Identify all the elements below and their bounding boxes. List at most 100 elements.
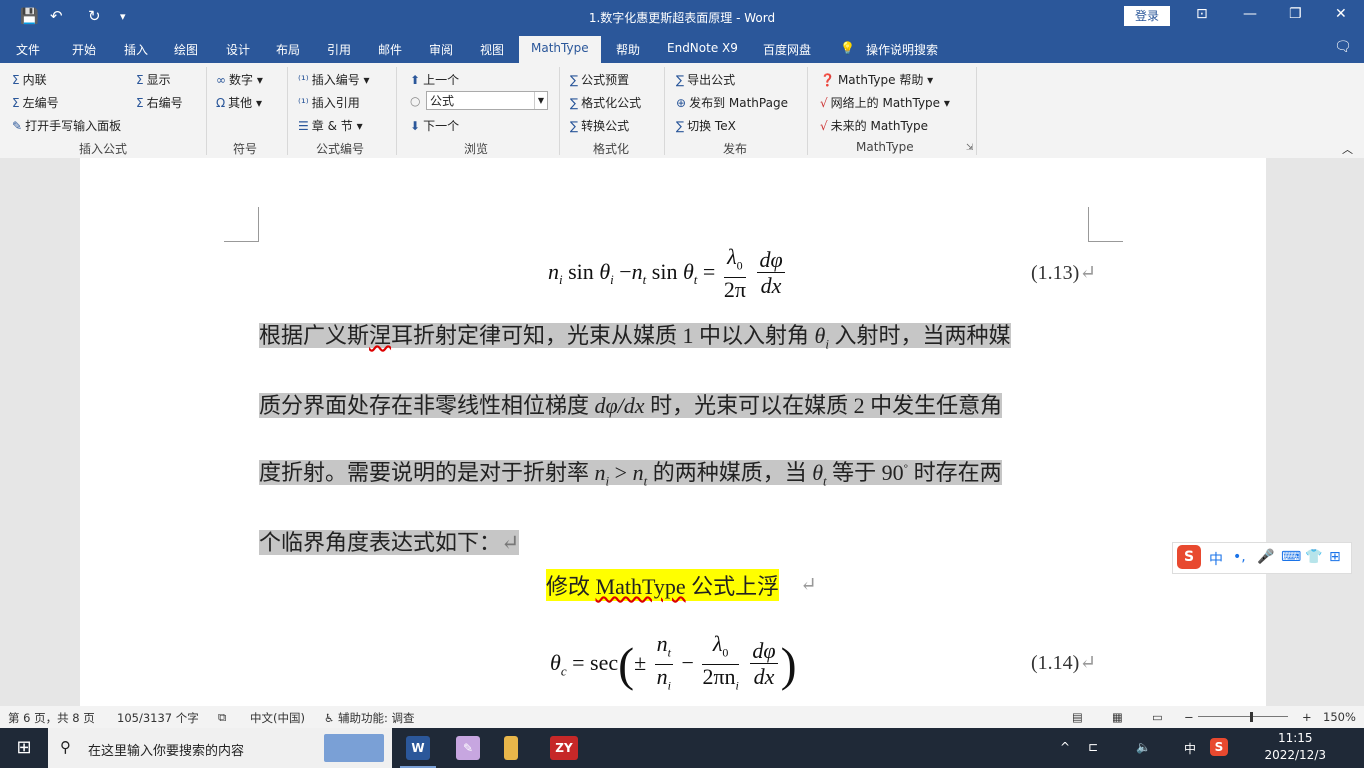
tab-design[interactable]: 设计: [226, 41, 250, 58]
network-icon[interactable]: ⊏: [1088, 740, 1098, 754]
zoom-slider-thumb[interactable]: [1250, 712, 1253, 722]
format-equation-button[interactable]: ∑ 格式化公式: [570, 94, 641, 111]
start-windows-icon[interactable]: ⊞: [12, 736, 36, 760]
sogou-tray-icon[interactable]: S: [1210, 738, 1228, 756]
tab-file[interactable]: 文件: [16, 41, 40, 58]
print-layout-icon[interactable]: ▦: [1112, 710, 1123, 724]
tab-mailings[interactable]: 邮件: [378, 41, 402, 58]
prev-button[interactable]: ⬆ 上一个: [410, 71, 459, 88]
tex-icon: ∑: [676, 119, 685, 133]
mathtype-future-button[interactable]: √ 未来的 MathType: [820, 117, 928, 134]
dialog-launcher-icon[interactable]: ⇲: [966, 143, 974, 153]
insert-reference-button[interactable]: ⁽¹⁾ 插入引用: [298, 94, 360, 111]
display-label: 显示: [146, 73, 171, 87]
word-taskbar-icon[interactable]: W: [406, 736, 430, 760]
sogou-logo-icon[interactable]: S: [1177, 545, 1201, 569]
zoom-in-button[interactable]: +: [1302, 710, 1312, 724]
chevron-down-icon[interactable]: ▼: [534, 92, 547, 109]
right-numbered-label: 右编号: [146, 96, 183, 110]
proofing-icon[interactable]: ⧉: [218, 710, 226, 725]
preset-button[interactable]: ∑ 公式预置: [570, 71, 629, 88]
paint-taskbar-icon[interactable]: ✎: [456, 736, 480, 760]
tab-draw[interactable]: 绘图: [174, 41, 198, 58]
next-button[interactable]: ⬇ 下一个: [410, 117, 459, 134]
lightbulb-icon: 💡: [840, 41, 855, 55]
numbers-dropdown[interactable]: ∞ 数字 ▾: [216, 71, 263, 88]
equation-1-13[interactable]: ni sin θi −nt sin θt = λ0 2π dφ dx: [548, 245, 788, 302]
tab-mathtype[interactable]: MathType: [519, 36, 601, 63]
preset-icon: ∑: [570, 73, 579, 87]
skin-icon[interactable]: 👕: [1305, 549, 1322, 565]
page-count[interactable]: 第 6 页，共 8 页: [8, 710, 95, 726]
tab-help[interactable]: 帮助: [616, 41, 640, 58]
tell-me-search[interactable]: 操作说明搜索: [866, 41, 938, 58]
microphone-icon[interactable]: 🎤: [1257, 549, 1274, 565]
prev-label: 上一个: [423, 73, 460, 87]
ime-chinese-mode[interactable]: 中: [1209, 549, 1223, 569]
taskbar-search[interactable]: ⚲ 在这里输入你要搜索的内容: [48, 728, 392, 768]
volume-icon[interactable]: 🔈: [1136, 740, 1151, 754]
paragraph-mark: ↵: [501, 530, 520, 556]
spell-error-word[interactable]: 涅: [369, 323, 391, 348]
toggle-tex-button[interactable]: ∑ 切换 TeX: [676, 117, 736, 134]
document-area[interactable]: ni sin θi −nt sin θt = λ0 2π dφ dx (1.13)↵…: [0, 158, 1364, 706]
export-button[interactable]: ∑ 导出公式: [676, 71, 735, 88]
ime-indicator[interactable]: 中: [1184, 740, 1196, 757]
tab-baidu[interactable]: 百度网盘: [763, 41, 811, 58]
tab-references[interactable]: 引用: [327, 41, 351, 58]
keyboard-icon[interactable]: ⌨: [1281, 549, 1301, 565]
accessibility-status[interactable]: ♿ 辅助功能: 调查: [324, 710, 415, 726]
display-button[interactable]: Σ 显示: [136, 71, 171, 88]
tab-layout[interactable]: 布局: [276, 41, 300, 58]
tab-home[interactable]: 开始: [72, 41, 96, 58]
maximize-icon[interactable]: ❐: [1289, 6, 1302, 22]
system-clock[interactable]: 11:15 2022/12/3: [1264, 730, 1326, 764]
web-layout-icon[interactable]: ▭: [1152, 710, 1163, 724]
tab-review[interactable]: 审阅: [429, 41, 453, 58]
other-dropdown[interactable]: Ω 其他 ▾: [216, 94, 262, 111]
group-insert-equation: 插入公式: [79, 142, 128, 156]
ribbon-tabs: 文件 开始 插入 绘图 设计 布局 引用 邮件 审阅 视图 MathType 帮…: [0, 33, 1364, 63]
insert-number-button[interactable]: ⁽¹⁾ 插入编号 ▾: [298, 71, 370, 88]
read-mode-icon[interactable]: ▤: [1072, 710, 1083, 724]
ribbon-display-icon[interactable]: ⊡: [1196, 6, 1208, 22]
ime-toolbar[interactable]: S 中 •, 🎤 ⌨ 👕 ⊞: [1172, 542, 1352, 574]
mathpage-button[interactable]: ⊕ 发布到 MathPage: [676, 94, 788, 111]
comment-icon[interactable]: 🗨: [1334, 39, 1352, 55]
browse-combo[interactable]: 公式 ▼: [426, 91, 548, 110]
tab-endnote[interactable]: EndNote X9: [667, 41, 738, 55]
spell-error-word[interactable]: MathType: [596, 574, 686, 599]
language[interactable]: 中文(中国): [250, 710, 305, 726]
eq-fraction: dφ dx: [757, 248, 785, 299]
document-page[interactable]: ni sin θi −nt sin θt = λ0 2π dφ dx (1.13)↵…: [80, 158, 1266, 706]
file-explorer-icon[interactable]: [504, 736, 518, 760]
eq-sub: i: [667, 678, 672, 693]
mathtype-web-button[interactable]: √ 网络上的 MathType ▾: [820, 94, 950, 111]
zy-app-icon[interactable]: ZY: [550, 736, 578, 760]
close-icon[interactable]: ✕: [1335, 6, 1347, 22]
chapter-section-button[interactable]: ☰ 章 & 节 ▾: [298, 117, 363, 134]
handwriting-button[interactable]: ✎ 打开手写输入面板: [12, 117, 121, 134]
inline-button[interactable]: Σ 内联: [12, 71, 47, 88]
zoom-level[interactable]: 150%: [1323, 710, 1356, 724]
zoom-slider[interactable]: [1198, 716, 1288, 717]
toolbox-icon[interactable]: ⊞: [1329, 549, 1341, 565]
mathtype-help-button[interactable]: ❓ MathType 帮助 ▾: [820, 71, 933, 88]
highlighted-note[interactable]: 修改 MathType 公式上浮: [546, 569, 780, 601]
login-button[interactable]: 登录: [1124, 6, 1170, 26]
selected-paragraph[interactable]: 根据广义斯涅耳折射定律可知，光束从媒质 1 中以入射角 θi 入射时，当两种媒 …: [259, 305, 1071, 574]
divider: [976, 67, 977, 155]
tab-view[interactable]: 视图: [480, 41, 504, 58]
collapse-ribbon-icon[interactable]: ︿: [1342, 141, 1353, 157]
show-hidden-icons[interactable]: ^: [1060, 740, 1070, 754]
punctuation-icon[interactable]: •,: [1233, 549, 1246, 565]
convert-button[interactable]: ∑ 转换公式: [570, 117, 629, 134]
chapter-section-label: 章 & 节: [311, 119, 353, 133]
left-numbered-button[interactable]: Σ 左编号: [12, 94, 59, 111]
minimize-icon[interactable]: —: [1243, 6, 1257, 22]
equation-1-14[interactable]: θc = sec(± nt ni − λ0 2πni dφ dx): [550, 632, 797, 698]
zoom-out-button[interactable]: −: [1184, 710, 1194, 724]
word-count[interactable]: 105/3137 个字: [117, 710, 199, 726]
tab-insert[interactable]: 插入: [124, 41, 148, 58]
right-numbered-button[interactable]: Σ 右编号: [136, 94, 183, 111]
